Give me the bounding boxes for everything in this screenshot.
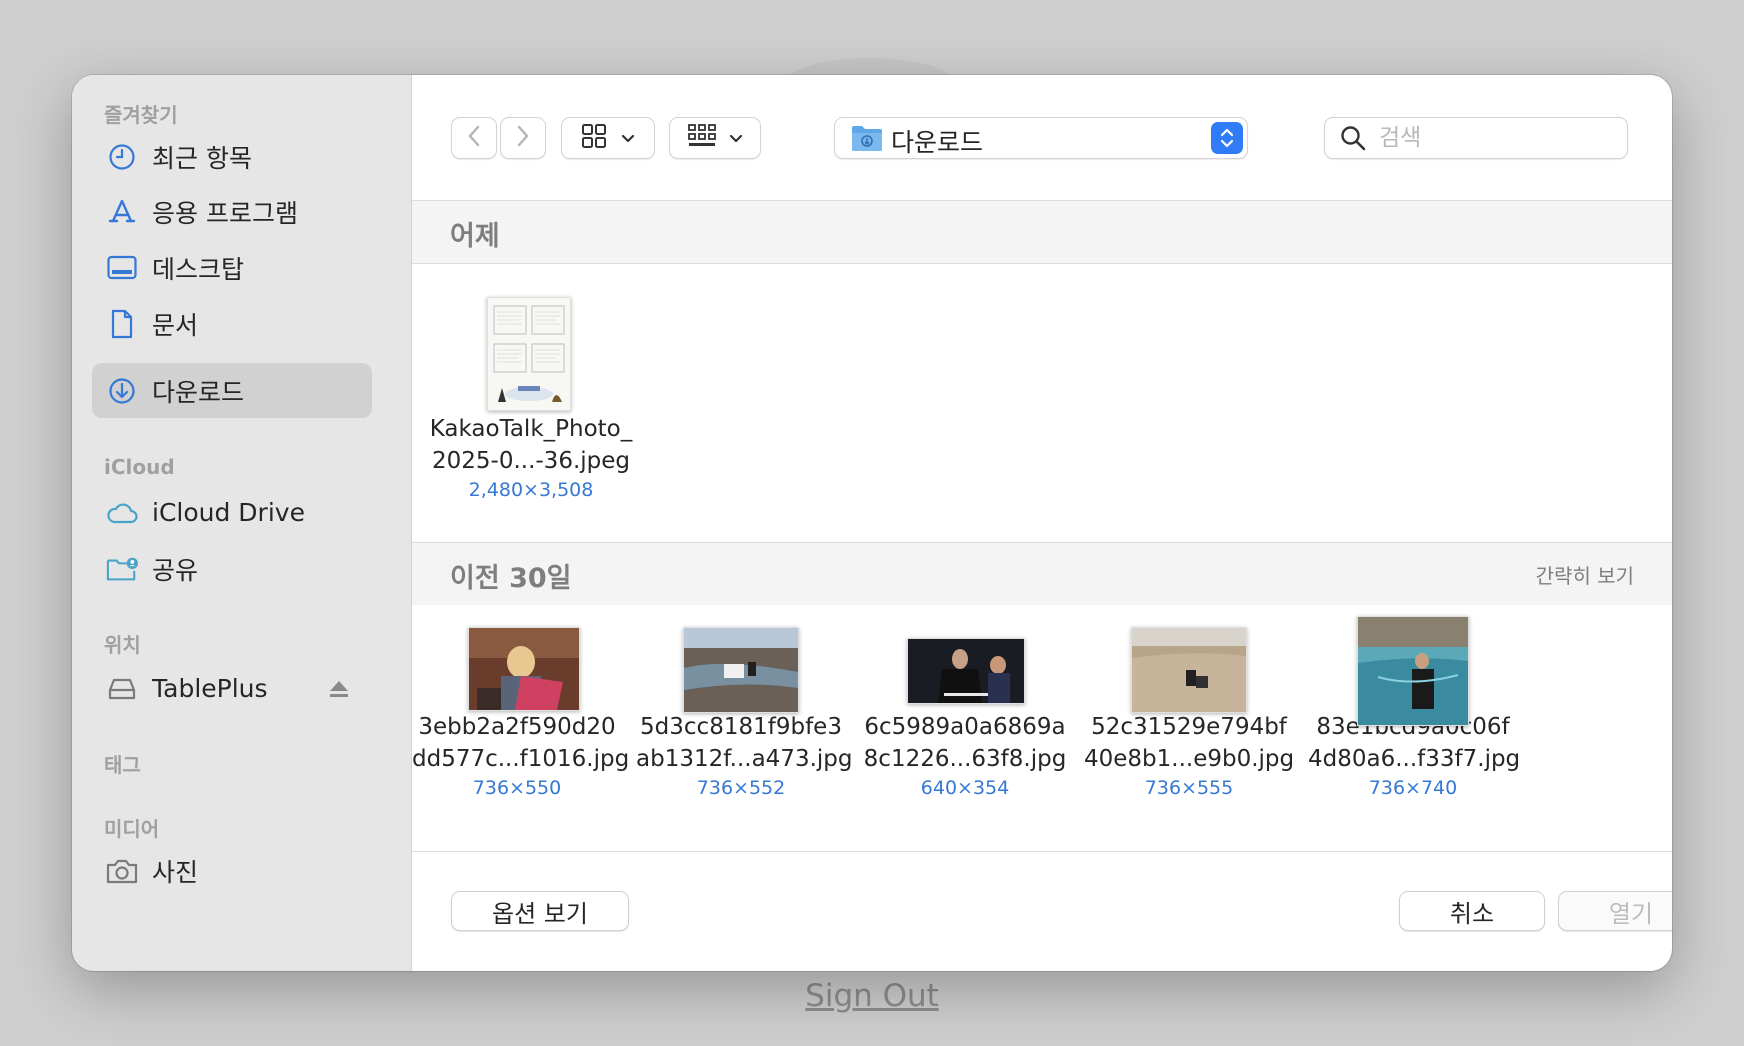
sidebar-item-downloads[interactable]: 다운로드	[92, 363, 372, 418]
file-thumbnail	[683, 627, 799, 713]
sidebar-item-label: 최근 항목	[152, 143, 252, 173]
file-name-line2: 2025-0...-36.jpeg	[431, 448, 630, 474]
sidebar-item-tableplus[interactable]: TablePlus	[92, 661, 372, 716]
forward-button[interactable]	[500, 117, 546, 159]
sidebar-item-desktop[interactable]: 데스크탑	[92, 240, 372, 295]
file-grid: 3ebb2a2f590d20 dd577c...f1016.jpg 736×55…	[412, 606, 1672, 851]
file-dimensions: 736×552	[696, 777, 786, 799]
location-popup[interactable]: 다운로드	[834, 117, 1248, 159]
file-item[interactable]: 52c31529e794bf 40e8b1...e9b0.jpg 736×555	[1084, 627, 1295, 801]
file-name-line2: 8c1226...63f8.jpg	[863, 746, 1067, 772]
sidebar-item-label: 공유	[152, 555, 199, 585]
search-input[interactable]	[1377, 120, 1621, 156]
sidebar-item-recents[interactable]: 최근 항목	[92, 129, 372, 184]
document-icon	[106, 308, 138, 340]
sidebar-item-documents[interactable]: 문서	[92, 296, 372, 351]
main-panel: 다운로드 어제	[412, 75, 1672, 971]
section-media: 미디어	[104, 817, 160, 841]
file-item[interactable]: 5d3cc8181f9bfe3 ab1312f...a473.jpg 736×5…	[636, 627, 853, 801]
group-title: 어제	[450, 221, 500, 252]
chevron-right-icon	[516, 124, 530, 152]
section-tags: 태그	[104, 753, 141, 777]
app-store-icon	[106, 196, 138, 228]
file-dimensions: 736×555	[1144, 777, 1234, 799]
sidebar-item-label: 응용 프로그램	[152, 198, 298, 228]
group-title: 이전 30일	[450, 563, 572, 594]
search-icon	[1339, 124, 1367, 156]
file-name-line2: 4d80a6...f33f7.jpg	[1308, 746, 1521, 772]
shared-folder-icon	[106, 553, 138, 585]
sidebar-item-photos[interactable]: 사진	[92, 843, 372, 898]
file-thumbnail	[487, 297, 571, 411]
section-icloud: iCloud	[104, 455, 175, 479]
file-thumbnail	[1131, 627, 1247, 713]
back-button[interactable]	[451, 117, 497, 159]
cancel-button[interactable]: 취소	[1399, 891, 1545, 931]
sidebar-item-applications[interactable]: 응용 프로그램	[92, 184, 372, 239]
sidebar-item-label: 사진	[152, 857, 199, 887]
search-field[interactable]	[1324, 117, 1628, 159]
section-favorites: 즐겨찾기	[104, 103, 178, 127]
grid-view-icon	[581, 123, 607, 153]
file-name-line1: KakaoTalk_Photo_	[429, 416, 633, 442]
group-header-previous-30-days: 이전 30일 간략히 보기	[412, 543, 1672, 605]
section-locations: 위치	[104, 633, 141, 657]
file-dimensions: 640×354	[920, 777, 1010, 799]
folder-download-icon	[851, 124, 883, 156]
footer-divider	[412, 851, 1672, 852]
sign-out-link[interactable]: Sign Out	[0, 978, 1744, 1014]
file-item[interactable]: KakaoTalk_Photo_ 2025-0...-36.jpeg 2,480…	[426, 295, 636, 503]
file-name-line2: dd577c...f1016.jpg	[412, 746, 630, 772]
open-button[interactable]: 열기	[1558, 891, 1672, 931]
eject-icon[interactable]	[328, 679, 350, 703]
sidebar-item-icloud-drive[interactable]: iCloud Drive	[92, 485, 372, 540]
file-name-line2: ab1312f...a473.jpg	[636, 746, 853, 772]
group-divider	[412, 263, 1672, 264]
sidebar-item-label: 문서	[152, 310, 199, 340]
file-dimensions: 736×740	[1368, 777, 1458, 799]
toolbar: 다운로드	[412, 75, 1672, 200]
cloud-icon	[106, 497, 138, 529]
file-dimensions: 736×550	[472, 777, 562, 799]
file-item[interactable]: 83e1bcd9a0c06f 4d80a6...f33f7.jpg 736×74…	[1308, 616, 1521, 801]
chevron-down-icon	[729, 129, 743, 148]
file-dimensions: 2,480×3,508	[468, 479, 594, 501]
sidebar-item-label: TablePlus	[152, 674, 268, 703]
gallery-group-icon	[687, 123, 717, 153]
up-down-chevron-icon	[1211, 122, 1243, 154]
sidebar-item-label: iCloud Drive	[152, 498, 305, 527]
open-file-dialog: 즐겨찾기 최근 항목 응용 프로그램 데스크탑 문서 다운로드 iCloud i…	[72, 75, 1672, 971]
sidebar-item-label: 데스크탑	[152, 254, 245, 284]
show-less-link[interactable]: 간략히 보기	[1536, 560, 1634, 589]
file-thumbnail	[468, 627, 580, 711]
show-options-button[interactable]: 옵션 보기	[451, 891, 629, 931]
view-mode-button[interactable]	[561, 117, 655, 159]
sidebar: 즐겨찾기 최근 항목 응용 프로그램 데스크탑 문서 다운로드 iCloud i…	[72, 75, 412, 971]
chevron-down-icon	[621, 129, 635, 148]
file-thumbnail	[1357, 616, 1469, 726]
file-item[interactable]: 6c5989a0a6869a 8c1226...63f8.jpg 640×354	[860, 638, 1070, 801]
file-name-line2: 40e8b1...e9b0.jpg	[1084, 746, 1295, 772]
chevron-left-icon	[467, 124, 481, 152]
sidebar-item-shared[interactable]: 공유	[92, 541, 372, 596]
clock-icon	[106, 141, 138, 173]
sidebar-item-label: 다운로드	[152, 377, 245, 407]
file-item[interactable]: 3ebb2a2f590d20 dd577c...f1016.jpg 736×55…	[412, 627, 630, 801]
file-thumbnail	[907, 638, 1025, 704]
group-header-yesterday: 어제	[412, 201, 1672, 263]
desktop-icon	[106, 252, 138, 284]
disk-icon	[106, 673, 138, 705]
camera-icon	[106, 855, 138, 887]
download-icon	[106, 375, 138, 407]
location-label: 다운로드	[891, 128, 984, 157]
group-by-button[interactable]	[669, 117, 761, 159]
